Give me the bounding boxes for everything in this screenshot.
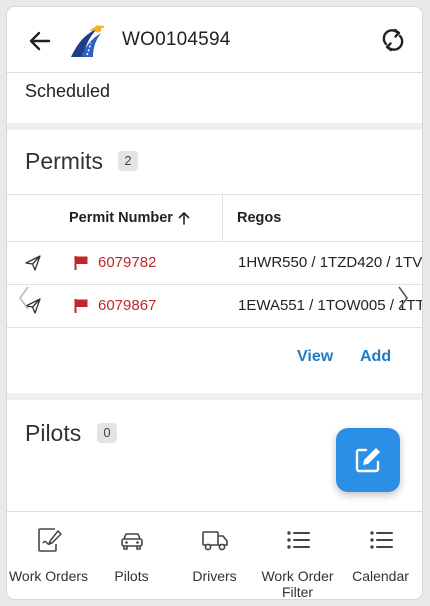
work-order-title: WO0104594 <box>122 29 231 50</box>
nav-item-pilots[interactable]: Pilots <box>90 512 173 599</box>
nav-label: Work Order Filter <box>261 568 334 599</box>
send-icon[interactable] <box>24 254 42 272</box>
flag-icon <box>74 298 89 314</box>
scroll-left-chevron-icon[interactable] <box>17 285 31 311</box>
app-screen: WO0104594 Scheduled Permits 2 Permit Num… <box>7 7 422 599</box>
nav-label: Calendar <box>352 568 409 584</box>
work-orders-icon <box>35 526 63 554</box>
nav-item-work-order-filter[interactable]: Work Order Filter <box>256 512 339 599</box>
row-border <box>7 327 422 328</box>
edit-fab-button[interactable] <box>336 428 400 492</box>
section-separator <box>7 123 422 130</box>
nav-item-drivers[interactable]: Drivers <box>173 512 256 599</box>
company-logo <box>67 21 107 61</box>
header-divider <box>7 72 422 73</box>
top-bar: WO0104594 <box>7 7 422 72</box>
nav-item-work-orders[interactable]: Work Orders <box>7 512 90 599</box>
permit-number-link[interactable]: 6079782 <box>98 254 156 271</box>
status-text: Scheduled <box>25 81 111 101</box>
regos-cell: 1EWA551 / 1TOW005 / 1TTY <box>238 297 422 314</box>
nav-item-calendar[interactable]: Calendar <box>339 512 422 599</box>
sort-ascending-icon[interactable] <box>177 211 191 225</box>
car-icon <box>118 526 146 554</box>
view-permits-button[interactable]: View <box>297 348 333 366</box>
nav-label: Drivers <box>192 568 237 584</box>
scroll-right-chevron-icon[interactable] <box>396 285 410 311</box>
nav-label: Work Orders <box>8 568 89 584</box>
list-icon <box>284 526 312 554</box>
header-row-border <box>7 241 422 242</box>
regos-cell: 1HWR550 / 1TZD420 / 1TVJ <box>238 254 422 271</box>
flag-icon <box>74 255 89 271</box>
back-arrow-icon[interactable] <box>25 26 55 56</box>
column-divider <box>222 195 223 241</box>
add-permit-button[interactable]: Add <box>360 348 391 366</box>
column-header-permit-number[interactable]: Permit Number <box>69 210 173 226</box>
list-icon <box>367 526 395 554</box>
pilots-title: Pilots <box>25 420 82 446</box>
permit-number-link[interactable]: 6079867 <box>98 297 156 314</box>
permits-title: Permits <box>25 148 103 174</box>
edit-icon <box>355 448 380 473</box>
row-border <box>7 284 422 285</box>
nav-label: Pilots <box>114 568 149 584</box>
pilots-count-badge: 0 <box>97 423 117 443</box>
bottom-navigation: Work Orders Pilots Drivers Work Order Fi… <box>7 512 422 599</box>
truck-icon <box>201 526 229 554</box>
table-top-border <box>7 194 422 195</box>
column-header-regos[interactable]: Regos <box>237 210 281 226</box>
section-separator <box>7 393 422 400</box>
permits-count-badge: 2 <box>118 151 138 171</box>
sync-icon[interactable] <box>377 24 409 56</box>
